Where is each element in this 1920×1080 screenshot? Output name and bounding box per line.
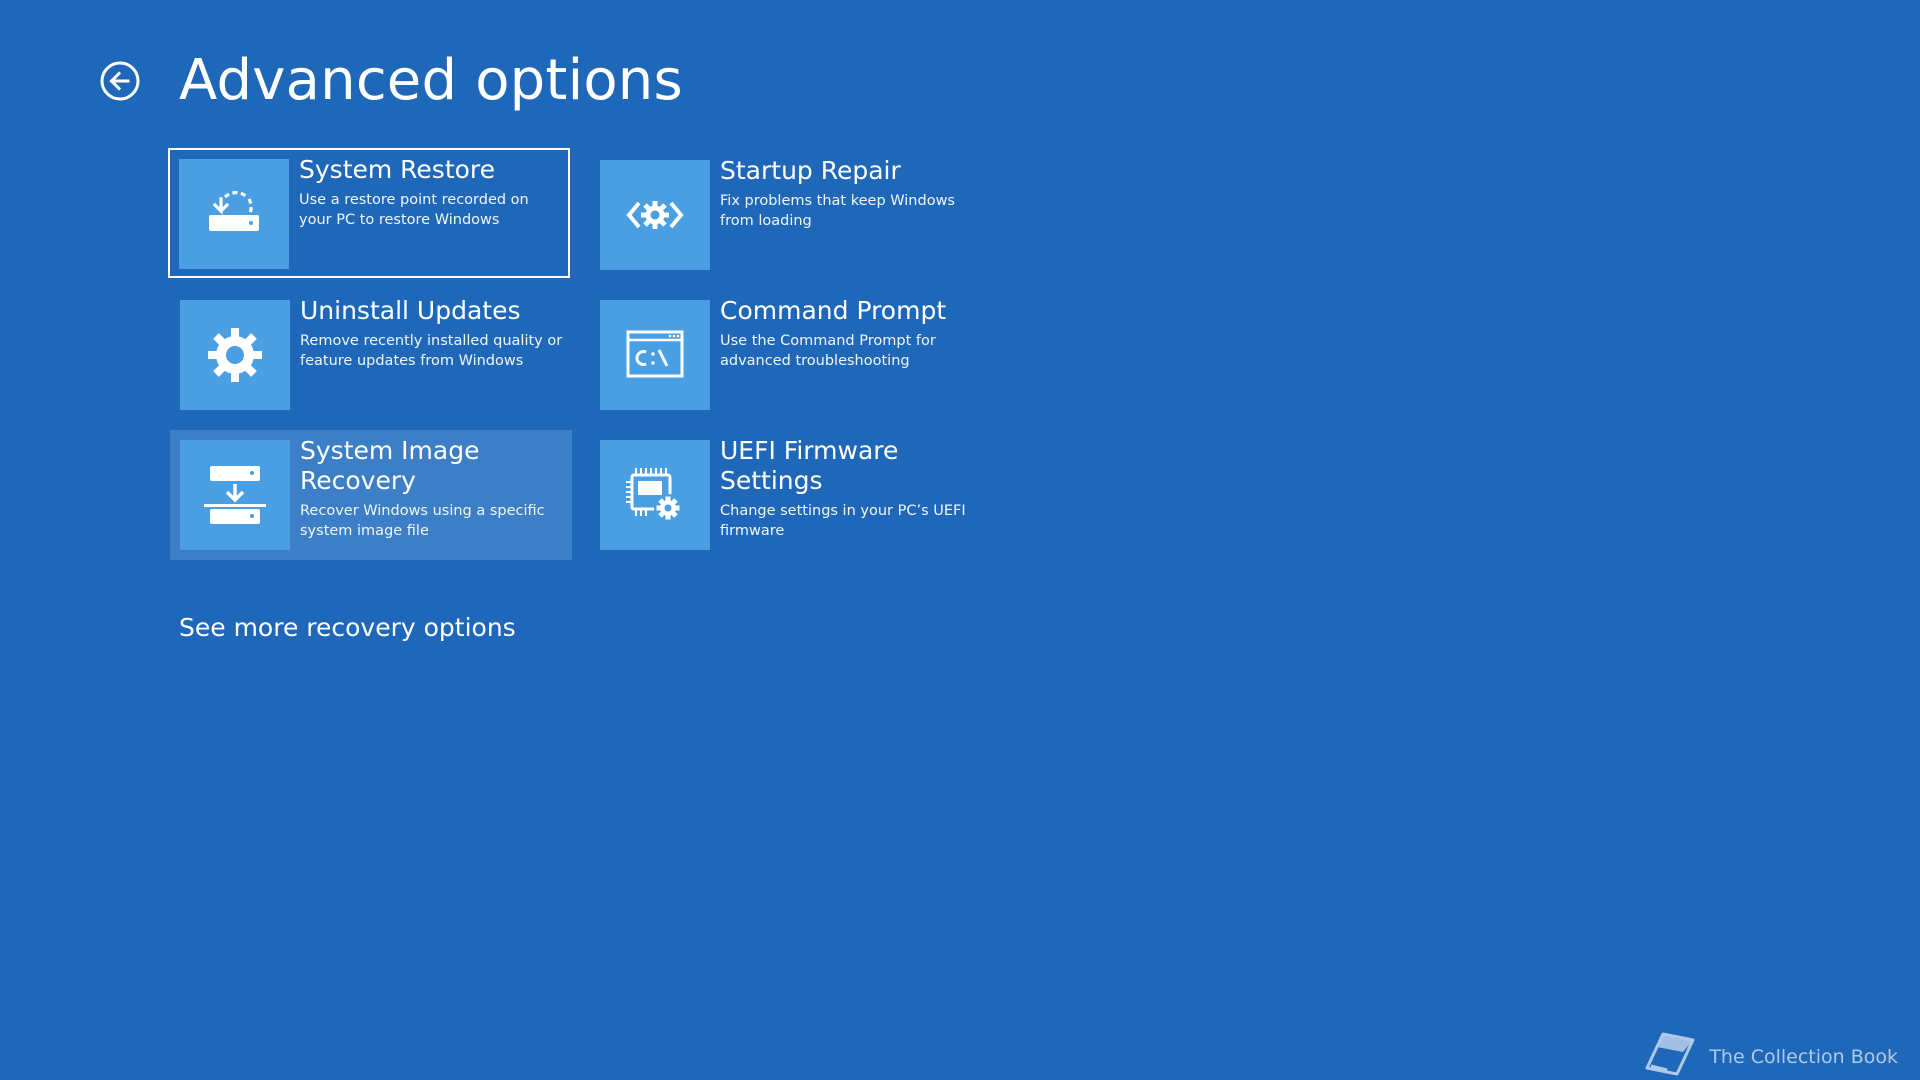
option-title: Startup Repair [720, 156, 901, 185]
page-title: Advanced options [179, 48, 683, 113]
system-restore-option[interactable]: System Restore Use a restore point recor… [168, 148, 570, 278]
watermark-text: The Collection Book [1709, 1046, 1898, 1068]
system-restore-icon [179, 159, 289, 269]
option-title: Command Prompt [720, 296, 947, 325]
startup-repair-option[interactable]: Startup Repair Fix problems that keep Wi… [590, 150, 992, 280]
option-description: Use the Command Prompt for advanced trou… [720, 333, 936, 369]
option-title: UEFI Firmware Settings [720, 436, 899, 495]
uefi-firmware-settings-icon [600, 440, 710, 550]
uefi-firmware-settings-option[interactable]: UEFI Firmware Settings Change settings i… [590, 430, 992, 560]
system-image-recovery-icon [180, 440, 290, 550]
option-description: Use a restore point recorded on your PC … [299, 192, 529, 228]
gear-icon [180, 300, 290, 410]
command-prompt-icon [600, 300, 710, 410]
command-prompt-option[interactable]: Command Prompt Use the Command Prompt fo… [590, 290, 992, 420]
book-icon [1645, 1032, 1695, 1076]
startup-repair-icon [600, 160, 710, 270]
option-description: Recover Windows using a specific system … [300, 503, 545, 539]
option-title: System Restore [299, 155, 496, 184]
option-title: System Image Recovery [300, 436, 480, 495]
option-description: Change settings in your PC’s UEFI firmwa… [720, 503, 966, 539]
back-button[interactable] [97, 58, 143, 104]
system-image-recovery-option[interactable]: System Image Recovery Recover Windows us… [170, 430, 572, 560]
see-more-recovery-options-link[interactable]: See more recovery options [179, 611, 516, 645]
uninstall-updates-option[interactable]: Uninstall Updates Remove recently instal… [170, 290, 572, 420]
watermark: The Collection Book [1643, 1030, 1898, 1078]
option-description: Remove recently installed quality or fea… [300, 333, 563, 369]
back-arrow-circle-icon [100, 61, 140, 101]
option-title: Uninstall Updates [300, 296, 521, 325]
option-description: Fix problems that keep Windows from load… [720, 193, 955, 229]
